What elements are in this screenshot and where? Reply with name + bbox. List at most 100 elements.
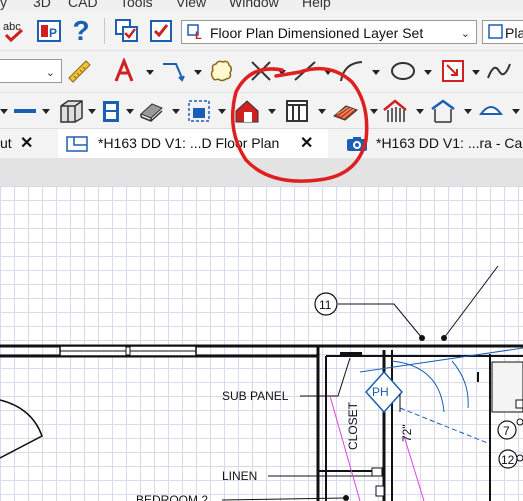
fixture-tool-button[interactable] xyxy=(476,96,506,126)
revision-cloud-icon xyxy=(210,60,233,82)
pink-line-2 xyxy=(403,435,425,501)
stairs-tool-button[interactable] xyxy=(136,96,166,126)
tab-label: *H163 DD V1: ...ra - Ca xyxy=(376,135,523,151)
view-ruler-strip xyxy=(0,158,523,186)
plan-view-icon xyxy=(488,24,503,39)
menu-item-window[interactable]: Window xyxy=(229,0,279,10)
door-swing xyxy=(0,399,43,459)
interior-walls xyxy=(316,346,491,501)
menu-item-help[interactable]: Help xyxy=(302,0,331,10)
tab-label: *H163 DD V1: ...D Floor Plan xyxy=(98,135,280,151)
tab-camera-view[interactable]: *H163 DD V1: ...ra - Ca xyxy=(340,129,523,159)
roof-tool-button[interactable] xyxy=(232,96,262,126)
cabinet-tool-button[interactable] xyxy=(56,96,86,126)
appliance-handle xyxy=(515,399,523,409)
chevron-down-icon[interactable] xyxy=(268,107,276,115)
window-tool-button[interactable] xyxy=(184,96,214,126)
chevron-down-icon: ⌄ xyxy=(45,67,55,79)
door-tool-button[interactable] xyxy=(96,96,126,126)
stairs-icon xyxy=(140,103,163,122)
chevron-down-icon[interactable] xyxy=(172,107,180,115)
layer-display-button[interactable] xyxy=(112,16,142,46)
framing-tool-button[interactable] xyxy=(282,96,312,126)
chevron-down-icon: ⌄ xyxy=(460,28,470,40)
ellipse-icon xyxy=(391,62,415,80)
layer-set-icon: L xyxy=(187,24,202,40)
tab-label: ut xyxy=(0,135,12,151)
chevron-down-icon[interactable] xyxy=(472,68,480,76)
wall-tool-button[interactable] xyxy=(10,96,40,126)
layer-checkbox-button[interactable] xyxy=(146,16,176,46)
wall-icon xyxy=(14,109,36,113)
menu-item-3d[interactable]: 3D xyxy=(33,0,51,10)
draw-circle-button[interactable] xyxy=(388,56,418,86)
fixture-dot-2 xyxy=(516,454,523,462)
plan-view-select[interactable]: Pla xyxy=(482,20,523,44)
chevron-down-icon[interactable] xyxy=(324,68,332,76)
chevron-down-icon[interactable] xyxy=(88,107,96,115)
dimension-button[interactable] xyxy=(64,56,94,86)
roof-house-icon xyxy=(235,100,259,123)
cross-lines-icon xyxy=(251,61,271,81)
document-tab-bar: ut ✕ *H163 DD V1: ...D Floor Plan ✕ *H16… xyxy=(0,128,523,159)
chevron-down-icon[interactable] xyxy=(464,107,472,115)
linen-label: LINEN xyxy=(222,469,257,483)
outlet-symbol-2 xyxy=(375,485,385,497)
box-arrow-icon xyxy=(442,60,464,82)
properties-button[interactable]: P xyxy=(34,16,64,46)
layer-set-select[interactable]: L Floor Plan Dimensioned Layer Set ⌄ xyxy=(181,20,477,44)
svg-text:P: P xyxy=(49,26,57,40)
menu-item-help-cut[interactable]: y xyxy=(0,0,7,10)
fixture-icon xyxy=(479,106,503,115)
revision-cloud-button[interactable] xyxy=(206,56,236,86)
box-select-button[interactable] xyxy=(438,56,468,86)
chevron-down-icon[interactable] xyxy=(424,68,432,76)
spline-button[interactable] xyxy=(484,56,514,86)
spline-icon xyxy=(487,63,511,79)
chevron-down-icon[interactable] xyxy=(146,68,154,76)
cabinet-icon xyxy=(60,100,83,123)
chevron-down-icon[interactable] xyxy=(416,107,424,115)
garage-tool-button[interactable] xyxy=(428,96,458,126)
window-icon xyxy=(188,100,210,122)
tab-previous[interactable]: ut ✕ xyxy=(0,129,42,159)
railing-tool-button[interactable] xyxy=(380,96,410,126)
draw-line-button[interactable] xyxy=(290,56,320,86)
chevron-down-icon[interactable] xyxy=(42,107,50,115)
scale-select[interactable]: ⌄ xyxy=(0,59,62,83)
svg-text:L: L xyxy=(195,30,202,40)
cad-x-button[interactable] xyxy=(246,56,276,86)
chevron-down-icon[interactable] xyxy=(0,107,8,115)
callout-11-label: 11 xyxy=(319,298,332,312)
close-icon[interactable]: ✕ xyxy=(300,133,313,153)
bedroom-label: BEDROOM 2 xyxy=(136,493,208,501)
chevron-down-icon[interactable] xyxy=(194,68,202,76)
sub-panel-box xyxy=(340,352,362,357)
close-icon[interactable]: ✕ xyxy=(20,133,33,153)
leader-line-button[interactable] xyxy=(158,56,188,86)
leader-lines xyxy=(221,265,499,501)
menu-item-tools[interactable]: Tools xyxy=(120,0,153,10)
garage-icon xyxy=(431,99,455,123)
chevron-down-icon[interactable] xyxy=(512,107,520,115)
chevron-down-icon[interactable] xyxy=(126,107,134,115)
deck-tool-button[interactable] xyxy=(330,96,360,126)
callout-7-label: 7 xyxy=(503,424,510,438)
spell-check-button[interactable]: abc xyxy=(0,16,30,46)
help-button[interactable]: ? xyxy=(66,16,96,46)
tab-floor-plan[interactable]: *H163 DD V1: ...D Floor Plan ✕ xyxy=(58,129,328,159)
exterior-wall xyxy=(0,344,523,358)
chevron-down-icon[interactable] xyxy=(218,107,226,115)
chevron-down-icon[interactable] xyxy=(370,107,378,115)
floor-plan-icon xyxy=(66,136,88,152)
text-tool-button[interactable] xyxy=(110,56,140,86)
menu-item-view[interactable]: View xyxy=(176,0,206,10)
draw-arc-button[interactable] xyxy=(336,56,366,86)
chevron-down-icon[interactable] xyxy=(372,68,380,76)
chevron-down-icon[interactable] xyxy=(318,107,326,115)
dimension-72-label: 72" xyxy=(400,424,414,442)
chevron-down-icon[interactable] xyxy=(278,68,286,76)
floor-plan-canvas[interactable]: PH 11 7 12 SUB PANEL LINEN BEDROOM 2 CLO… xyxy=(0,186,523,501)
toolbar-row-2: ⌄ xyxy=(0,50,523,93)
menu-item-cad[interactable]: CAD xyxy=(68,0,98,10)
